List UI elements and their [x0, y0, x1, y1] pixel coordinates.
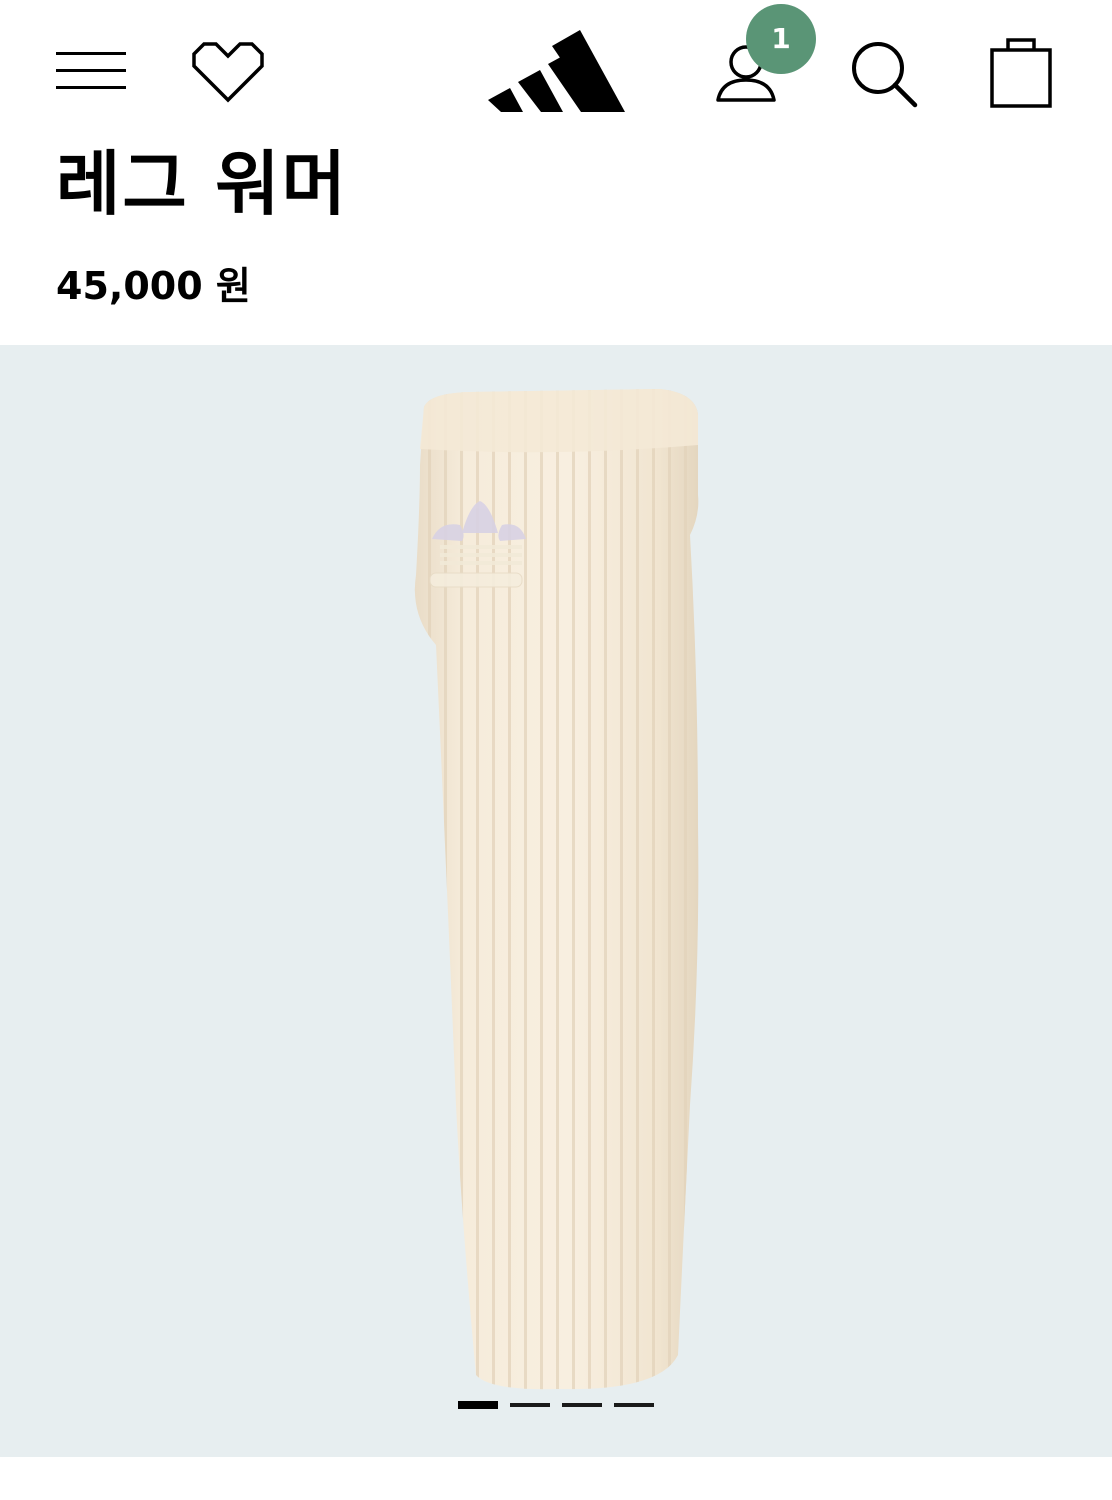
shopping-bag-icon[interactable] — [988, 34, 1054, 110]
heart-icon[interactable] — [188, 40, 268, 104]
product-title: 레그 워머 — [56, 143, 348, 225]
product-price: 45,000 원 — [56, 264, 251, 308]
adidas-logo[interactable] — [486, 26, 626, 114]
gallery-dot[interactable] — [562, 1403, 602, 1407]
product-image — [414, 389, 699, 1390]
product-image-gallery[interactable] — [0, 345, 1112, 1457]
menu-icon[interactable] — [56, 50, 126, 92]
gallery-dot[interactable] — [510, 1403, 550, 1407]
top-header: 1 — [0, 0, 1112, 132]
search-icon[interactable] — [850, 40, 918, 108]
gallery-dot[interactable] — [458, 1401, 498, 1409]
account-badge: 1 — [746, 4, 816, 74]
gallery-pagination — [458, 1399, 658, 1413]
gallery-dot[interactable] — [614, 1403, 654, 1407]
product-page: 1 레그 워머 45,000 원 — [0, 0, 1112, 1500]
